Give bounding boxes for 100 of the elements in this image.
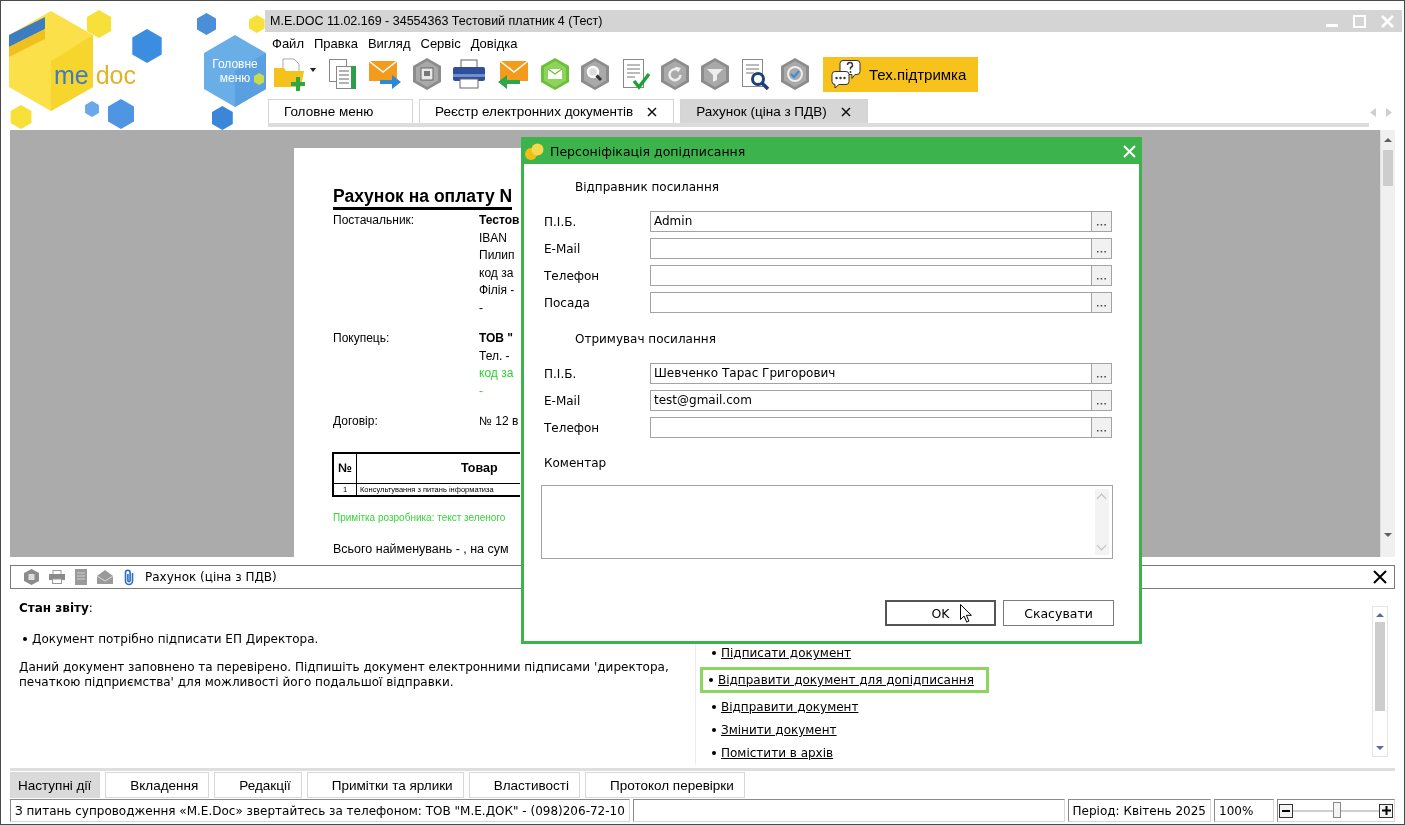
window-title: M.E.DOC 11.02.169 - 34554363 Тестовий платник 4 (Тест)	[270, 14, 603, 28]
section-heading: Отримувач посилання	[575, 331, 716, 347]
field-value: № 12 в	[479, 413, 519, 430]
documents-icon[interactable]	[328, 58, 358, 90]
input-field[interactable]: test@gmail.com	[650, 390, 1091, 411]
close-icon[interactable]	[647, 106, 658, 117]
status-heading: Стан звіту:	[19, 600, 93, 616]
hexagon-icon	[212, 106, 233, 130]
hexagon-check-icon[interactable]	[780, 58, 810, 90]
envelope-arrow-icon[interactable]	[368, 58, 402, 90]
field-value: Філія -	[479, 282, 515, 299]
close-icon[interactable]	[1373, 570, 1387, 584]
field-value: код за	[479, 365, 514, 382]
column-header: Товар	[460, 459, 498, 477]
bullet-icon	[712, 705, 716, 709]
action-link[interactable]: Відправити документ для допідписання	[718, 673, 974, 687]
input-field[interactable]: Шевченко Тарас Григорович	[650, 363, 1091, 384]
caret-icon[interactable]	[310, 68, 316, 72]
field-value: Тестов	[479, 212, 520, 229]
input-field[interactable]	[650, 417, 1091, 438]
envelope-arrow-icon[interactable]	[496, 58, 530, 90]
zoom-out-button[interactable]	[1279, 803, 1293, 818]
field-label: Договір:	[333, 413, 379, 430]
tab[interactable]: Примітки та ярлики	[306, 772, 464, 798]
field-label: Телефон	[544, 268, 601, 283]
plus-icon	[1381, 806, 1391, 815]
paperclip-icon[interactable]	[123, 568, 135, 586]
field-label: Покупець:	[333, 330, 391, 347]
hexagon-icon	[254, 73, 265, 85]
dialog-button[interactable]: Скасувати	[1003, 600, 1114, 626]
close-icon[interactable]	[840, 106, 851, 117]
dialog-button[interactable]: OK	[885, 600, 996, 626]
envelope-icon[interactable]	[97, 570, 113, 584]
circles-icon	[525, 143, 544, 160]
hexagon-envelope-icon[interactable]	[540, 58, 570, 90]
dialog-title: Персоніфікація допідписання	[550, 144, 746, 159]
browse-button[interactable]	[1091, 390, 1112, 411]
status-message: Даний документ заповнено та перевірено. Підпишіть документ електронними підписами 'директора, печаткою підприємства' для можливості його подальшої відправки.	[19, 660, 670, 690]
printer-icon[interactable]	[452, 59, 486, 89]
total-text: Всього найменувань - , на сум	[333, 541, 509, 556]
printer-icon[interactable]	[49, 570, 65, 584]
field-label: Телефон	[544, 420, 601, 435]
field-label: E-Mail	[544, 393, 582, 408]
bullet-icon	[712, 728, 716, 732]
menu-item[interactable]: Вигляд	[362, 35, 416, 51]
vertical-scrollbar[interactable]	[1372, 606, 1388, 757]
status-text: З питань супроводження «M.E.Doc» звертайтесь за телефоном: ТОВ "М.Е.ДОК" - (098)206-72-10	[10, 799, 630, 822]
action-link[interactable]: Помістити в архів	[721, 746, 834, 760]
hexagon-icon[interactable]	[24, 569, 39, 585]
bullet-icon	[712, 651, 716, 655]
input-field[interactable]	[650, 265, 1091, 286]
tab[interactable]: Вкладення	[105, 772, 210, 798]
bullet-icon	[712, 751, 716, 755]
field-label: П.І.Б.	[544, 214, 578, 229]
tab[interactable]: Рахунок (ціна з ПДВ)	[680, 99, 868, 123]
browse-button[interactable]	[1091, 292, 1112, 313]
hexagon-safe-icon[interactable]	[412, 58, 442, 90]
chat-bubbles-icon	[831, 59, 861, 89]
arrow-right-icon[interactable]	[1386, 108, 1392, 117]
browse-button[interactable]	[1091, 363, 1112, 384]
input-field[interactable]	[650, 238, 1091, 259]
tab[interactable]: Протокол перевірки	[585, 772, 745, 798]
field-value: IBAN	[479, 229, 507, 247]
hexagon-magnifier-icon[interactable]	[580, 58, 610, 90]
browse-button[interactable]	[1091, 238, 1112, 259]
cursor-icon	[960, 604, 972, 623]
arrow-left-icon[interactable]	[1370, 108, 1376, 117]
zoom-value: 100%	[1214, 799, 1274, 822]
action-link[interactable]: Підписати документ	[721, 646, 852, 660]
action-link[interactable]: Відправити документ	[721, 700, 859, 714]
field-label: Коментар	[544, 455, 607, 471]
period-label: Період: Квітень 2025	[1067, 799, 1211, 822]
input-field[interactable]: Admin	[650, 211, 1091, 232]
browse-button[interactable]	[1091, 265, 1112, 286]
slider-thumb[interactable]	[1333, 802, 1341, 818]
document-search-icon[interactable]	[740, 58, 770, 90]
menu-item[interactable]: Довідка	[465, 35, 523, 51]
zoom-in-button[interactable]	[1379, 803, 1393, 818]
tab[interactable]: Властивості	[468, 772, 580, 798]
tab[interactable]: Наступні дії	[10, 772, 101, 798]
comment-field[interactable]	[541, 485, 1113, 559]
tab[interactable]: Редакції	[214, 772, 302, 798]
panel-title: Рахунок (ціна з ПДВ)	[145, 570, 277, 584]
document-title: Рахунок на оплату N	[333, 186, 513, 210]
hexagon-funnel-icon[interactable]	[700, 58, 730, 90]
vertical-scrollbar[interactable]	[1380, 130, 1395, 557]
action-link[interactable]: Змінити документ	[721, 723, 837, 737]
field-value: Тел. -	[479, 347, 510, 365]
input-field[interactable]	[650, 292, 1091, 313]
vertical-scrollbar	[1095, 489, 1109, 555]
zoom-slider[interactable]	[1293, 801, 1379, 820]
hexagon-refresh-icon[interactable]	[660, 58, 690, 90]
browse-button[interactable]	[1091, 417, 1112, 438]
field-label: Постачальник:	[333, 212, 416, 229]
menu-item[interactable]: Правка	[308, 35, 363, 51]
menu-item[interactable]: Сервіс	[415, 35, 466, 51]
menu-item[interactable]: Файл	[267, 35, 309, 51]
document-check-icon[interactable]	[620, 58, 650, 90]
support-button[interactable]: Тех.підтримка	[823, 56, 979, 92]
browse-button[interactable]	[1091, 211, 1112, 232]
